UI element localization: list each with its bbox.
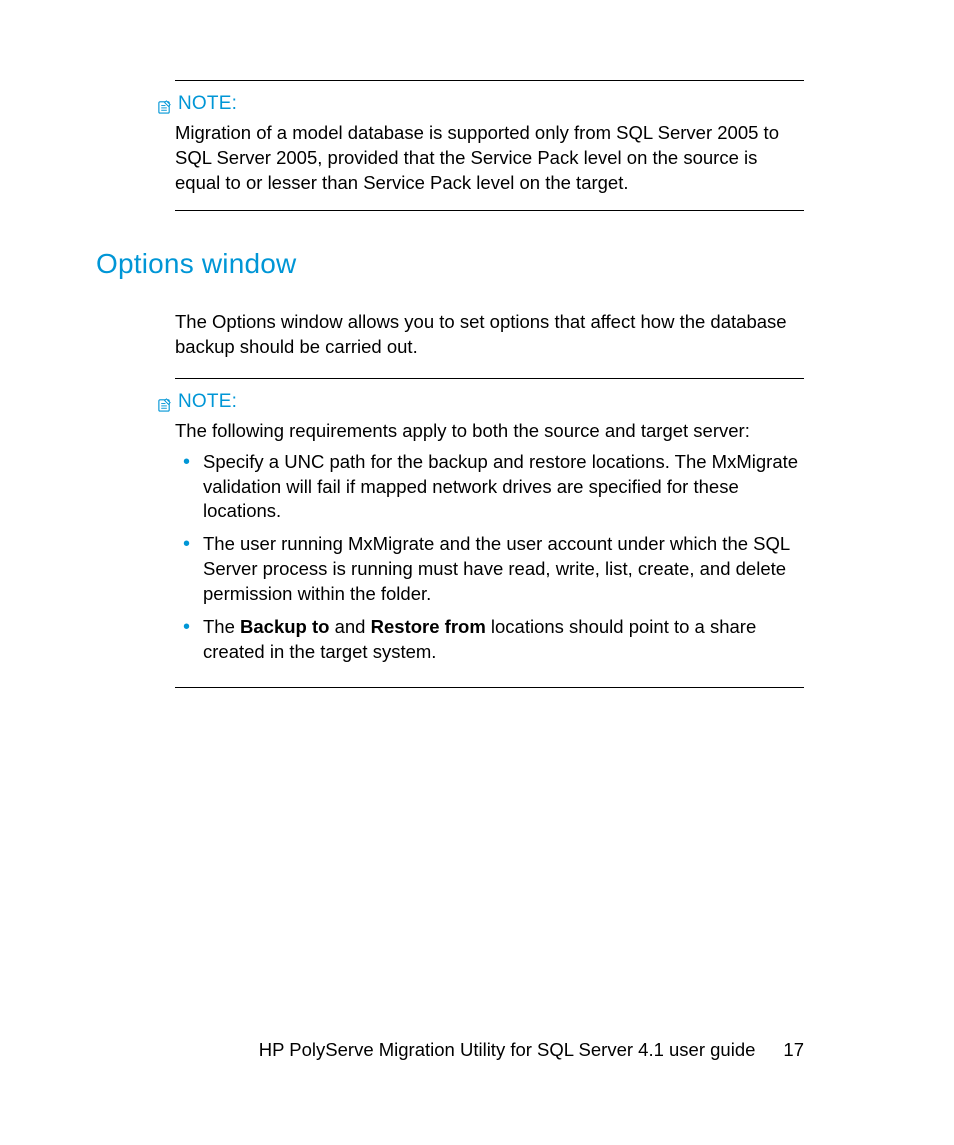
divider xyxy=(175,80,804,81)
bold-text: Restore from xyxy=(371,616,486,637)
text: The xyxy=(203,616,240,637)
note-icon xyxy=(157,394,172,409)
list-item: The user running MxMigrate and the user … xyxy=(175,532,804,607)
divider xyxy=(175,378,804,379)
divider xyxy=(175,210,804,211)
note-label: NOTE: xyxy=(178,91,237,117)
note-label: NOTE: xyxy=(178,389,237,415)
note-icon xyxy=(157,96,172,111)
section-heading: Options window xyxy=(96,245,296,283)
note-body: The following requirements apply to both… xyxy=(175,419,804,666)
note-header: NOTE: xyxy=(157,389,804,415)
page-footer: HP PolyServe Migration Utility for SQL S… xyxy=(259,1038,804,1063)
section-body: The Options window allows you to set opt… xyxy=(175,292,804,688)
bold-text: Backup to xyxy=(240,616,329,637)
section-intro: The Options window allows you to set opt… xyxy=(175,310,804,360)
note-text: Migration of a model database is support… xyxy=(175,121,804,196)
requirement-list: Specify a UNC path for the backup and re… xyxy=(175,450,804,666)
footer-title: HP PolyServe Migration Utility for SQL S… xyxy=(259,1038,756,1063)
list-item: Specify a UNC path for the backup and re… xyxy=(175,450,804,525)
page-number: 17 xyxy=(783,1038,804,1063)
document-page: NOTE: Migration of a model database is s… xyxy=(0,0,954,1145)
note-block-1: NOTE: Migration of a model database is s… xyxy=(175,80,804,211)
list-item: The Backup to and Restore from locations… xyxy=(175,615,804,665)
note-lead: The following requirements apply to both… xyxy=(175,419,804,444)
text: and xyxy=(329,616,370,637)
divider xyxy=(175,687,804,688)
note-body: Migration of a model database is support… xyxy=(175,121,804,196)
note-header: NOTE: xyxy=(157,91,804,117)
